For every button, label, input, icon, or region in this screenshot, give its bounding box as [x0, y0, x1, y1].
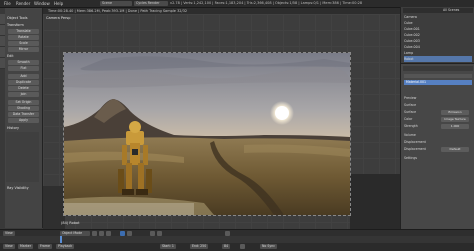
- panel-settings[interactable]: Settings: [404, 156, 472, 161]
- color-label: Color: [404, 117, 413, 121]
- ray-visibility-label: Ray Visibility: [7, 186, 29, 190]
- menu-file[interactable]: File: [4, 1, 11, 6]
- outliner-header: All Scenes: [403, 8, 473, 13]
- properties-region: All Scenes Camera Cube Cube.001 Cube.002…: [400, 7, 474, 239]
- material-name-field[interactable]: Material.001: [404, 80, 472, 85]
- tool-shelf: Object Tools Transform Translate Rotate …: [0, 8, 43, 228]
- shading-button[interactable]: Shading: [8, 106, 39, 111]
- displacement-field[interactable]: Default: [441, 147, 469, 152]
- sync-selector[interactable]: No Sync: [260, 244, 278, 249]
- mirror-button[interactable]: Mirror: [8, 47, 39, 52]
- outliner: All Scenes Camera Cube Cube.001 Cube.002…: [401, 7, 474, 64]
- properties-tabs[interactable]: [403, 66, 473, 71]
- data-transfer-button[interactable]: Data Transfer: [8, 112, 39, 117]
- section-transform[interactable]: Transform: [7, 23, 24, 27]
- join-button[interactable]: Join: [8, 92, 39, 97]
- tool-tabs: [0, 8, 5, 228]
- tab-relations[interactable]: [0, 36, 5, 47]
- strength-row: Strength 1.000: [404, 124, 472, 129]
- surface-shader-label: Surface: [404, 110, 417, 114]
- scene-geometry: [350, 174, 400, 229]
- section-edit[interactable]: Edit: [7, 54, 14, 58]
- smooth-button[interactable]: Smooth: [8, 60, 39, 65]
- surface-shader-field[interactable]: Emission: [441, 110, 469, 115]
- render-engine-selector[interactable]: Cycles Render: [134, 1, 168, 6]
- color-row: Color Image Texture: [404, 117, 472, 122]
- active-object-label: (84) Robot: [61, 221, 80, 225]
- rendered-image: [64, 53, 350, 215]
- strength-field[interactable]: 1.000: [441, 124, 469, 129]
- tab-create[interactable]: [0, 25, 5, 36]
- playback-menu[interactable]: Playback: [56, 244, 75, 249]
- history-panel: [6, 132, 39, 182]
- start-frame-field[interactable]: Start: 1: [160, 244, 176, 249]
- view-name-label: Camera Persp: [46, 16, 71, 20]
- timeline-strip[interactable]: [0, 236, 474, 243]
- play-icon[interactable]: [240, 244, 245, 249]
- scene-statistics: v2.78 | Verts:1,242,100 | Faces:1,183,20…: [170, 1, 363, 5]
- panel-volume[interactable]: Volume: [404, 133, 472, 138]
- marker-menu[interactable]: Marker: [18, 244, 34, 249]
- surface-label: Surface Emission: [404, 110, 472, 115]
- strength-label: Strength: [404, 124, 418, 128]
- frame-menu[interactable]: Frame: [38, 244, 52, 249]
- current-frame-marker[interactable]: [60, 236, 62, 243]
- rotate-button[interactable]: Rotate: [8, 35, 39, 40]
- section-object-tools[interactable]: Object Tools: [7, 16, 27, 20]
- displacement-label: Displacement: [404, 147, 426, 151]
- displacement-row: Displacement Default: [404, 147, 472, 152]
- set-origin-button[interactable]: Set Origin: [8, 100, 39, 105]
- scale-button[interactable]: Scale: [8, 41, 39, 46]
- timeline-view-menu[interactable]: View: [3, 244, 15, 249]
- translate-button[interactable]: Translate: [8, 29, 39, 34]
- outliner-view-selector[interactable]: All Scenes: [443, 8, 459, 13]
- apply-button[interactable]: Apply: [8, 118, 39, 123]
- color-input-field[interactable]: Image Texture: [441, 117, 469, 122]
- menu-help[interactable]: Help: [54, 1, 63, 6]
- menu-window[interactable]: Window: [34, 1, 50, 6]
- current-frame-field[interactable]: 84: [222, 244, 231, 249]
- menu-render[interactable]: Render: [16, 1, 30, 6]
- panel-preview[interactable]: Preview: [404, 96, 472, 101]
- tab-animation[interactable]: [0, 47, 5, 58]
- panel-displacement[interactable]: Displacement: [404, 140, 472, 145]
- render-status: Time:00:28.40 | Mem:386.2M, Peak:393.1M …: [48, 9, 188, 13]
- end-frame-field[interactable]: End: 250: [190, 244, 209, 249]
- outliner-item-selected[interactable]: Robot: [404, 56, 472, 62]
- flat-button[interactable]: Flat: [8, 66, 39, 71]
- section-history[interactable]: History: [7, 126, 19, 130]
- scene-selector[interactable]: Scene: [100, 1, 132, 6]
- material-properties: Material.001 Preview Surface Surface Emis…: [401, 64, 474, 239]
- delete-button[interactable]: Delete: [8, 86, 39, 91]
- tab-tools[interactable]: [0, 14, 5, 25]
- render-scene-svg: [64, 53, 350, 215]
- panel-surface[interactable]: Surface: [404, 103, 472, 108]
- timeline-header: View Marker Frame Playback Start: 1 End:…: [0, 243, 474, 251]
- add-button[interactable]: Add: [8, 74, 39, 79]
- tab-physics[interactable]: [0, 58, 5, 69]
- material-slot-list[interactable]: [404, 74, 472, 78]
- duplicate-button[interactable]: Duplicate: [8, 80, 39, 85]
